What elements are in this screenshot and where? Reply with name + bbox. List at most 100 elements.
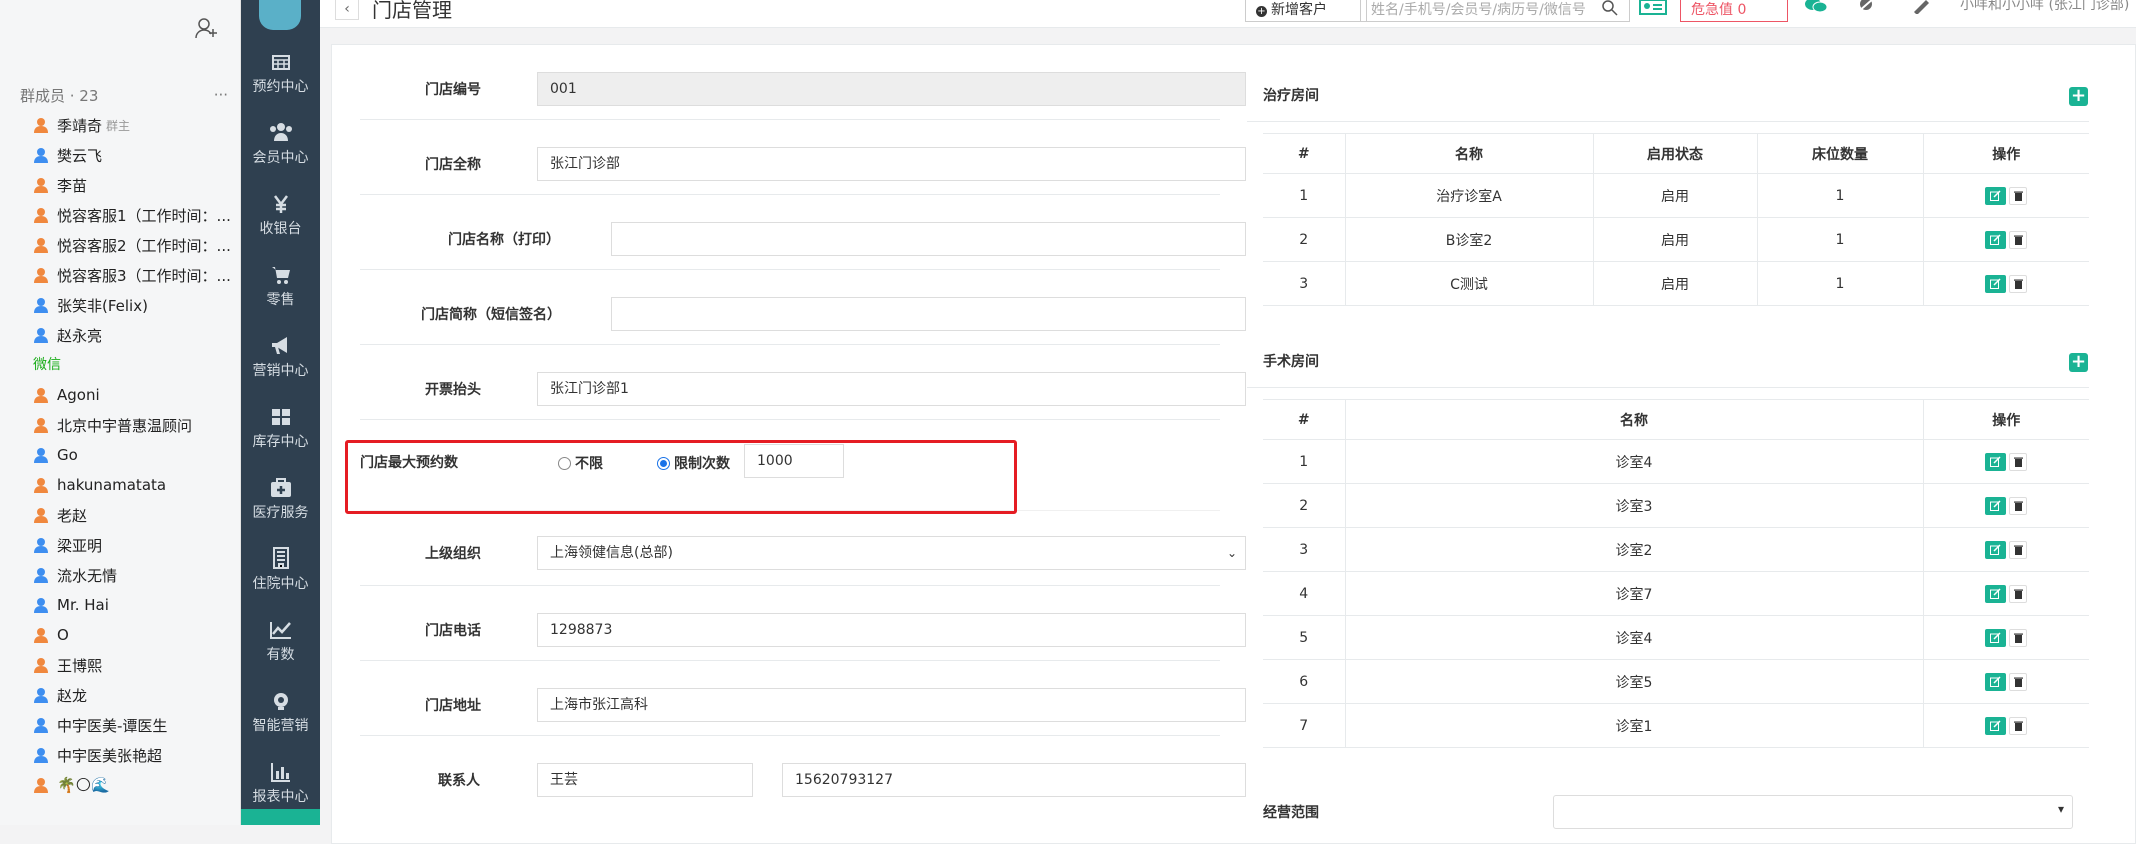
nav-item[interactable]: 预约中心 bbox=[241, 42, 320, 113]
edit-icon[interactable] bbox=[1985, 540, 2007, 559]
more-icon[interactable]: ··· bbox=[214, 86, 228, 104]
treatment-rooms-title: 治疗房间 bbox=[1263, 88, 1319, 104]
member-row[interactable]: 悦容客服1（工作时间：... bbox=[20, 200, 240, 230]
table-cell: 诊室7 bbox=[1344, 571, 1923, 616]
phone-field[interactable]: 1298873 bbox=[537, 613, 1246, 647]
edit-icon[interactable] bbox=[1985, 584, 2007, 603]
member-row[interactable]: O bbox=[20, 620, 240, 650]
pen-icon[interactable] bbox=[1910, 0, 1932, 18]
delete-icon[interactable] bbox=[2009, 186, 2028, 205]
delete-icon[interactable] bbox=[2009, 628, 2028, 647]
delete-icon[interactable] bbox=[2009, 716, 2028, 735]
table-cell: 启用 bbox=[1592, 173, 1757, 218]
delete-icon[interactable] bbox=[2009, 274, 2028, 293]
member-row[interactable]: hakunamatata bbox=[20, 470, 240, 500]
business-scope-select[interactable]: ▾ bbox=[1553, 795, 2073, 829]
member-row[interactable]: 悦容客服3（工作时间：... bbox=[20, 260, 240, 290]
member-name: 赵龙 bbox=[57, 686, 88, 705]
nav-item[interactable]: 营销中心 bbox=[241, 326, 320, 397]
add-member-icon[interactable] bbox=[194, 16, 218, 40]
member-row[interactable]: 樊云飞 bbox=[20, 140, 240, 170]
search-input[interactable]: 姓名/手机号/会员号/病历号/微信号 bbox=[1360, 0, 1630, 22]
edit-icon[interactable] bbox=[1985, 672, 2007, 691]
plus-circle-icon: + bbox=[1256, 6, 1267, 17]
edit-icon[interactable] bbox=[1985, 186, 2007, 205]
nav-item[interactable]: 库存中心 bbox=[241, 397, 320, 468]
delete-icon[interactable] bbox=[2009, 496, 2028, 515]
member-row[interactable]: 季靖奇 群主 bbox=[20, 110, 240, 140]
member-row[interactable]: 流水无情 bbox=[20, 560, 240, 590]
nav-item[interactable]: 收银台 bbox=[241, 184, 320, 255]
short-name-field[interactable] bbox=[611, 297, 1246, 331]
table-row: 6 诊室5 bbox=[1263, 659, 2089, 704]
delete-icon[interactable] bbox=[2009, 452, 2028, 471]
member-row[interactable]: 老赵 bbox=[20, 500, 240, 530]
member-row[interactable]: 梁亚明 bbox=[20, 530, 240, 560]
member-row[interactable]: 🌴🌕🌊 bbox=[20, 770, 240, 800]
edit-icon[interactable] bbox=[1985, 496, 2007, 515]
chevron-down-icon: ▾ bbox=[2057, 802, 2064, 816]
edit-icon[interactable] bbox=[1985, 230, 2007, 249]
delete-icon[interactable] bbox=[2009, 584, 2028, 603]
edit-icon[interactable] bbox=[1985, 716, 2007, 735]
nav-item[interactable]: 医疗服务 bbox=[241, 468, 320, 539]
user-icon bbox=[33, 177, 57, 193]
full-name-field[interactable]: 张江门诊部 bbox=[537, 147, 1246, 181]
address-field[interactable]: 上海市张江高科 bbox=[537, 688, 1246, 722]
member-row[interactable]: 中宇医美-谭医生 bbox=[20, 710, 240, 740]
member-row[interactable]: Mr. Hai bbox=[20, 590, 240, 620]
table-header: 名称 bbox=[1344, 399, 1923, 440]
surgery-rooms-title: 手术房间 bbox=[1263, 354, 1319, 370]
contact-phone-field[interactable]: 15620793127 bbox=[782, 763, 1246, 797]
nav-item[interactable]: 零售 bbox=[241, 255, 320, 326]
invoice-field[interactable]: 张江门诊部1 bbox=[537, 372, 1246, 406]
member-row[interactable]: 李苗 bbox=[20, 170, 240, 200]
edit-icon[interactable] bbox=[1985, 452, 2007, 471]
critical-value-button[interactable]: 危急值 0 bbox=[1680, 0, 1788, 22]
table-row: 5 诊室4 bbox=[1263, 615, 2089, 660]
print-name-field[interactable] bbox=[611, 222, 1246, 256]
member-row[interactable]: Go bbox=[20, 440, 240, 470]
member-row[interactable]: 王博熙 bbox=[20, 650, 240, 680]
nav-item[interactable]: 智能营销 bbox=[241, 681, 320, 752]
search-icon[interactable] bbox=[1598, 0, 1622, 22]
member-row[interactable]: 悦容客服2（工作时间：... bbox=[20, 230, 240, 260]
table-cell: B诊室2 bbox=[1344, 217, 1593, 262]
wechat-icon[interactable] bbox=[1805, 0, 1828, 18]
back-button[interactable]: ‹ bbox=[335, 0, 359, 20]
building-icon bbox=[241, 539, 320, 569]
new-customer-button[interactable]: + 新增客户 bbox=[1245, 0, 1367, 22]
member-row[interactable]: 赵永亮 bbox=[20, 320, 240, 350]
nav-item[interactable]: 住院中心 bbox=[241, 539, 320, 610]
table-cell: 诊室4 bbox=[1344, 615, 1923, 660]
member-name: 老赵 bbox=[57, 506, 88, 525]
member-row[interactable]: 中宇医美张艳超 bbox=[20, 740, 240, 770]
add-surgery-room-button[interactable]: + bbox=[2069, 353, 2088, 372]
delete-icon[interactable] bbox=[2009, 672, 2028, 691]
member-list: 群成员 · 23 ··· 季靖奇 群主 樊云飞 李苗 悦容客服1（工作时间：... 悦容客… bbox=[20, 80, 240, 825]
nav-item[interactable]: 会员中心 bbox=[241, 113, 320, 184]
parent-org-select[interactable]: 上海领健信息(总部) ⌄ bbox=[537, 536, 1246, 570]
member-row[interactable]: 北京中宇普惠温顾问 bbox=[20, 410, 240, 440]
member-row[interactable]: 张笑非(Felix) bbox=[20, 290, 240, 320]
nav-item[interactable]: 有数 bbox=[241, 610, 320, 681]
parent-org-value: 上海领健信息(总部) bbox=[550, 545, 673, 561]
user-icon bbox=[33, 687, 57, 703]
row-print-name: 门店名称（打印） bbox=[360, 195, 1246, 270]
add-treatment-room-button[interactable]: + bbox=[2069, 87, 2088, 106]
delete-icon[interactable] bbox=[2009, 540, 2028, 559]
edit-icon[interactable] bbox=[1985, 628, 2007, 647]
tools-icon[interactable] bbox=[1855, 0, 1877, 18]
id-card-icon[interactable] bbox=[1637, 0, 1669, 22]
member-name: Go bbox=[57, 446, 78, 464]
member-row[interactable]: Agoni bbox=[20, 380, 240, 410]
nav-item-label: 预约中心 bbox=[252, 79, 309, 95]
edit-icon[interactable] bbox=[1985, 274, 2007, 293]
row-invoice: 开票抬头 张江门诊部1 bbox=[360, 345, 1246, 420]
member-row[interactable]: 赵龙 bbox=[20, 680, 240, 710]
delete-icon[interactable] bbox=[2009, 230, 2028, 249]
member-name: 中宇医美张艳超 bbox=[57, 746, 163, 765]
user-icon bbox=[33, 627, 57, 643]
user-menu[interactable]: 小咩和小小咩 (张江门诊部) ⌄ bbox=[1960, 0, 2136, 14]
contact-name-field[interactable]: 王芸 bbox=[537, 763, 753, 797]
